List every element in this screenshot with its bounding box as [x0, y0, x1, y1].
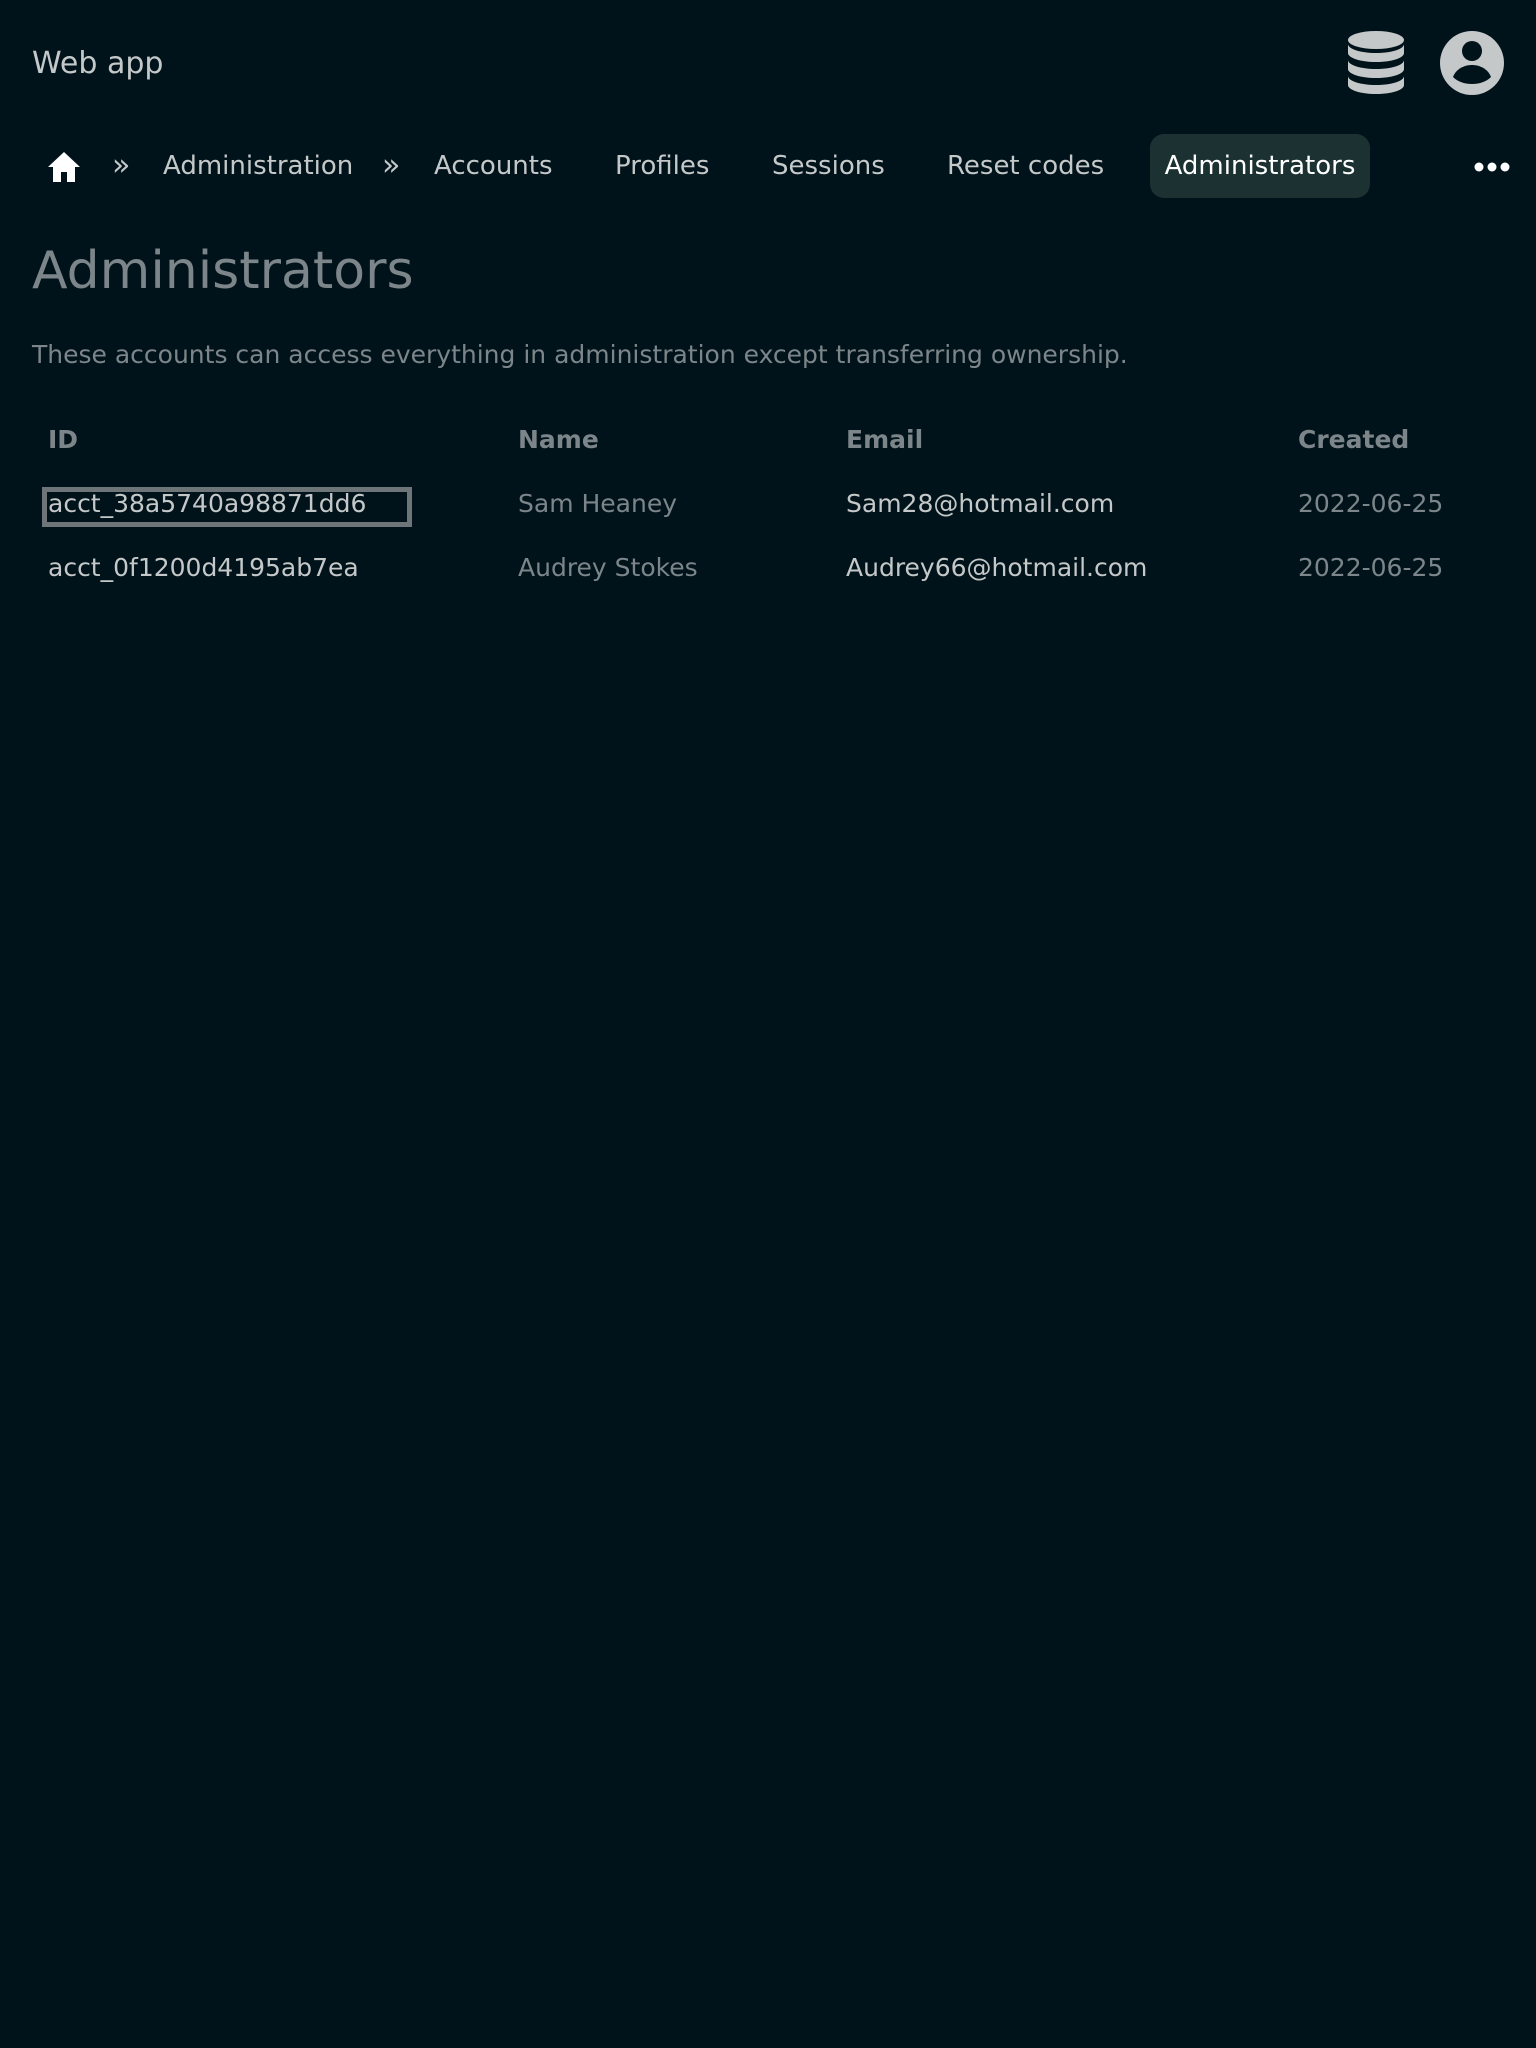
account-email: Sam28@hotmail.com: [846, 489, 1115, 518]
account-name: Sam Heaney: [518, 489, 678, 518]
tab-accounts[interactable]: Accounts: [434, 134, 553, 198]
column-header-id[interactable]: ID: [48, 420, 78, 460]
home-icon[interactable]: [46, 150, 82, 184]
account-email: Audrey66@hotmail.com: [846, 553, 1148, 582]
tab-administrators[interactable]: Administrators: [1150, 134, 1370, 198]
column-header-created[interactable]: Created: [1298, 420, 1409, 460]
app-title[interactable]: Web app: [32, 44, 163, 84]
column-header-name[interactable]: Name: [518, 420, 599, 460]
database-icon[interactable]: [1346, 30, 1406, 98]
page-description: These accounts can access everything in …: [32, 340, 1128, 369]
column-header-email[interactable]: Email: [846, 420, 923, 460]
table-header-row: ID Name Email Created: [32, 420, 1504, 480]
account-id-link[interactable]: acct_0f1200d4195ab7ea: [48, 548, 359, 588]
breadcrumb-separator: »: [382, 148, 401, 183]
account-created: 2022-06-25: [1298, 489, 1444, 518]
breadcrumb-nav: » Administration » Accounts Profiles Ses…: [0, 130, 1536, 200]
table-row[interactable]: acct_38a5740a98871dd6 Sam Heaney Sam28@h…: [32, 484, 1504, 544]
more-horizontal-icon[interactable]: [1474, 160, 1510, 174]
breadcrumb-administration[interactable]: Administration: [163, 134, 353, 198]
account-created: 2022-06-25: [1298, 553, 1444, 582]
page-title: Administrators: [32, 241, 414, 301]
account-name: Audrey Stokes: [518, 553, 698, 582]
table-row[interactable]: acct_0f1200d4195ab7ea Audrey Stokes Audr…: [32, 548, 1504, 608]
tab-reset-codes[interactable]: Reset codes: [947, 134, 1104, 198]
top-bar: Web app: [0, 0, 1536, 128]
breadcrumb-separator: »: [112, 148, 131, 183]
tab-profiles[interactable]: Profiles: [615, 134, 709, 198]
account-circle-icon[interactable]: [1440, 31, 1504, 95]
tab-sessions[interactable]: Sessions: [772, 134, 885, 198]
account-id-link[interactable]: acct_38a5740a98871dd6: [48, 484, 366, 524]
